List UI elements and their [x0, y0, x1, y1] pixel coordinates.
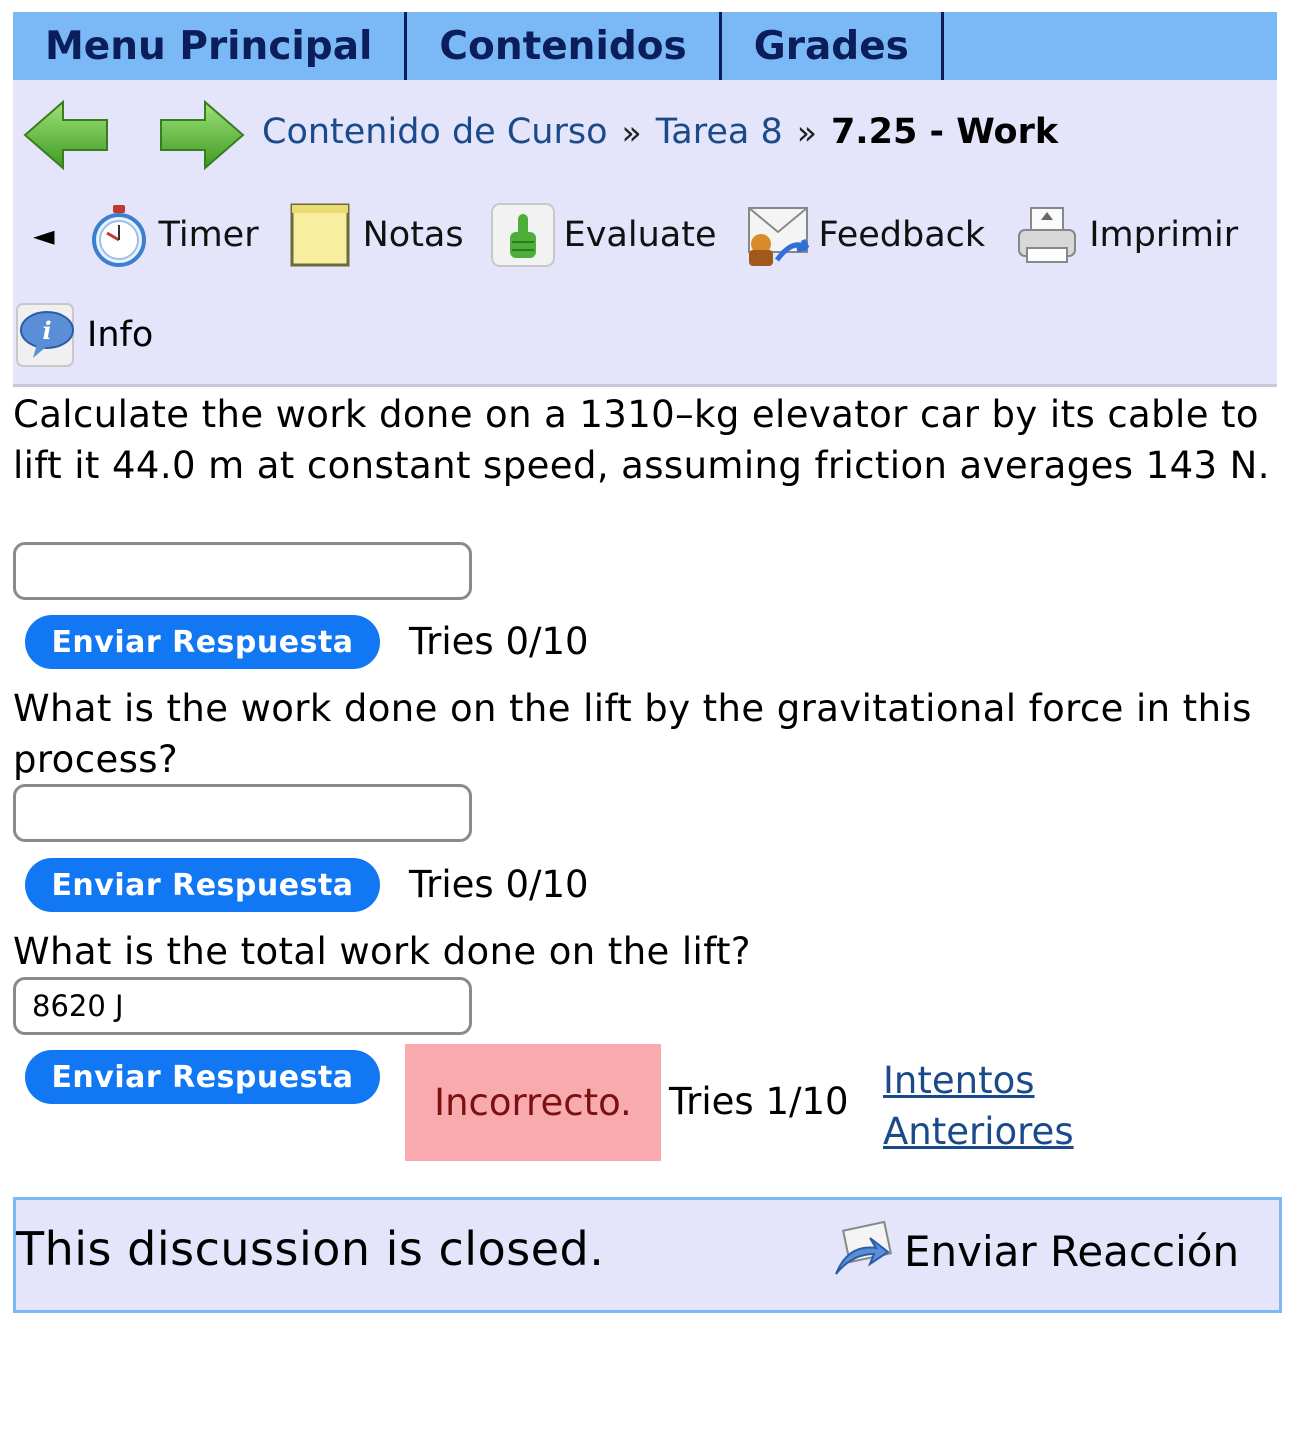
timer-tool[interactable]: Timer [89, 203, 259, 267]
notes-label: Notas [362, 215, 464, 255]
breadcrumb-current: 7.25 - Work [830, 112, 1059, 152]
feedback-mail-icon [747, 207, 809, 266]
feedback-label: Feedback [818, 215, 986, 255]
question-2-submit-button[interactable]: Enviar Respuesta [25, 858, 380, 912]
notes-tool[interactable]: Notas [289, 202, 464, 268]
send-reaction-label: Enviar Reacción [904, 1226, 1240, 1276]
collapse-toggle[interactable]: ◄ [33, 219, 55, 252]
tab-grades[interactable]: Grades [722, 12, 944, 80]
question-1-tries: Tries 0/10 [409, 620, 589, 663]
course-toolbar: Contenido de Curso » Tarea 8 » 7.25 - Wo… [13, 80, 1277, 387]
thumbs-up-icon [490, 203, 555, 267]
tab-menu-principal[interactable]: Menu Principal [13, 12, 408, 80]
info-icon: i [16, 303, 74, 367]
previous-attempts-link[interactable]: Intentos Anteriores [883, 1055, 1103, 1157]
breadcrumb-course-content[interactable]: Contenido de Curso [262, 112, 608, 152]
question-3-tries: Tries 1/10 [669, 1080, 849, 1123]
top-navigation: Menu Principal Contenidos Grades [13, 12, 1277, 80]
breadcrumb-separator: » [796, 112, 817, 152]
info-tool[interactable]: i Info [15, 302, 153, 368]
question-1-answer-input[interactable] [13, 542, 472, 600]
page: Menu Principal Contenidos Grades Conteni… [0, 0, 1290, 1436]
send-feedback-icon [835, 1220, 893, 1275]
breadcrumb-assignment[interactable]: Tarea 8 [656, 112, 783, 152]
note-icon [290, 203, 350, 267]
printer-icon [1018, 207, 1077, 263]
question-3-answer-input[interactable] [13, 977, 472, 1035]
question-3-incorrect-badge: Incorrecto. [405, 1044, 661, 1161]
stopwatch-icon [91, 205, 146, 267]
question-3-submit-button[interactable]: Enviar Respuesta [25, 1050, 380, 1104]
info-label: Info [87, 315, 154, 355]
svg-text:i: i [42, 316, 51, 345]
breadcrumb: Contenido de Curso » Tarea 8 » 7.25 - Wo… [262, 112, 1058, 152]
print-label: Imprimir [1089, 215, 1239, 255]
print-tool[interactable]: Imprimir [1015, 204, 1238, 266]
question-1-text: Calculate the work done on a 1310–kg ele… [13, 393, 1270, 487]
evaluate-tool[interactable]: Evaluate [490, 202, 717, 268]
next-arrow-icon[interactable] [157, 98, 247, 172]
question-2-answer-input[interactable] [13, 784, 472, 842]
feedback-tool[interactable]: Feedback [743, 202, 986, 268]
discussion-closed-text: This discussion is closed. [16, 1222, 605, 1276]
question-2-tries: Tries 0/10 [409, 863, 589, 906]
question-3-text: What is the total work done on the lift? [13, 930, 751, 973]
send-reaction-button[interactable]: Enviar Reacción [828, 1218, 1239, 1284]
discussion-panel: This discussion is closed. Enviar Reacci… [13, 1197, 1282, 1313]
timer-label: Timer [158, 215, 259, 255]
question-2-text: What is the work done on the lift by the… [13, 687, 1252, 781]
tool-row: ◄ Timer Notas Evaluate Feedback Imprimir [33, 202, 1238, 268]
question-1-submit-button[interactable]: Enviar Respuesta [25, 615, 380, 669]
breadcrumb-separator: » [621, 112, 642, 152]
previous-arrow-icon[interactable] [21, 98, 111, 172]
tab-contenidos[interactable]: Contenidos [407, 12, 722, 80]
evaluate-label: Evaluate [563, 215, 717, 255]
